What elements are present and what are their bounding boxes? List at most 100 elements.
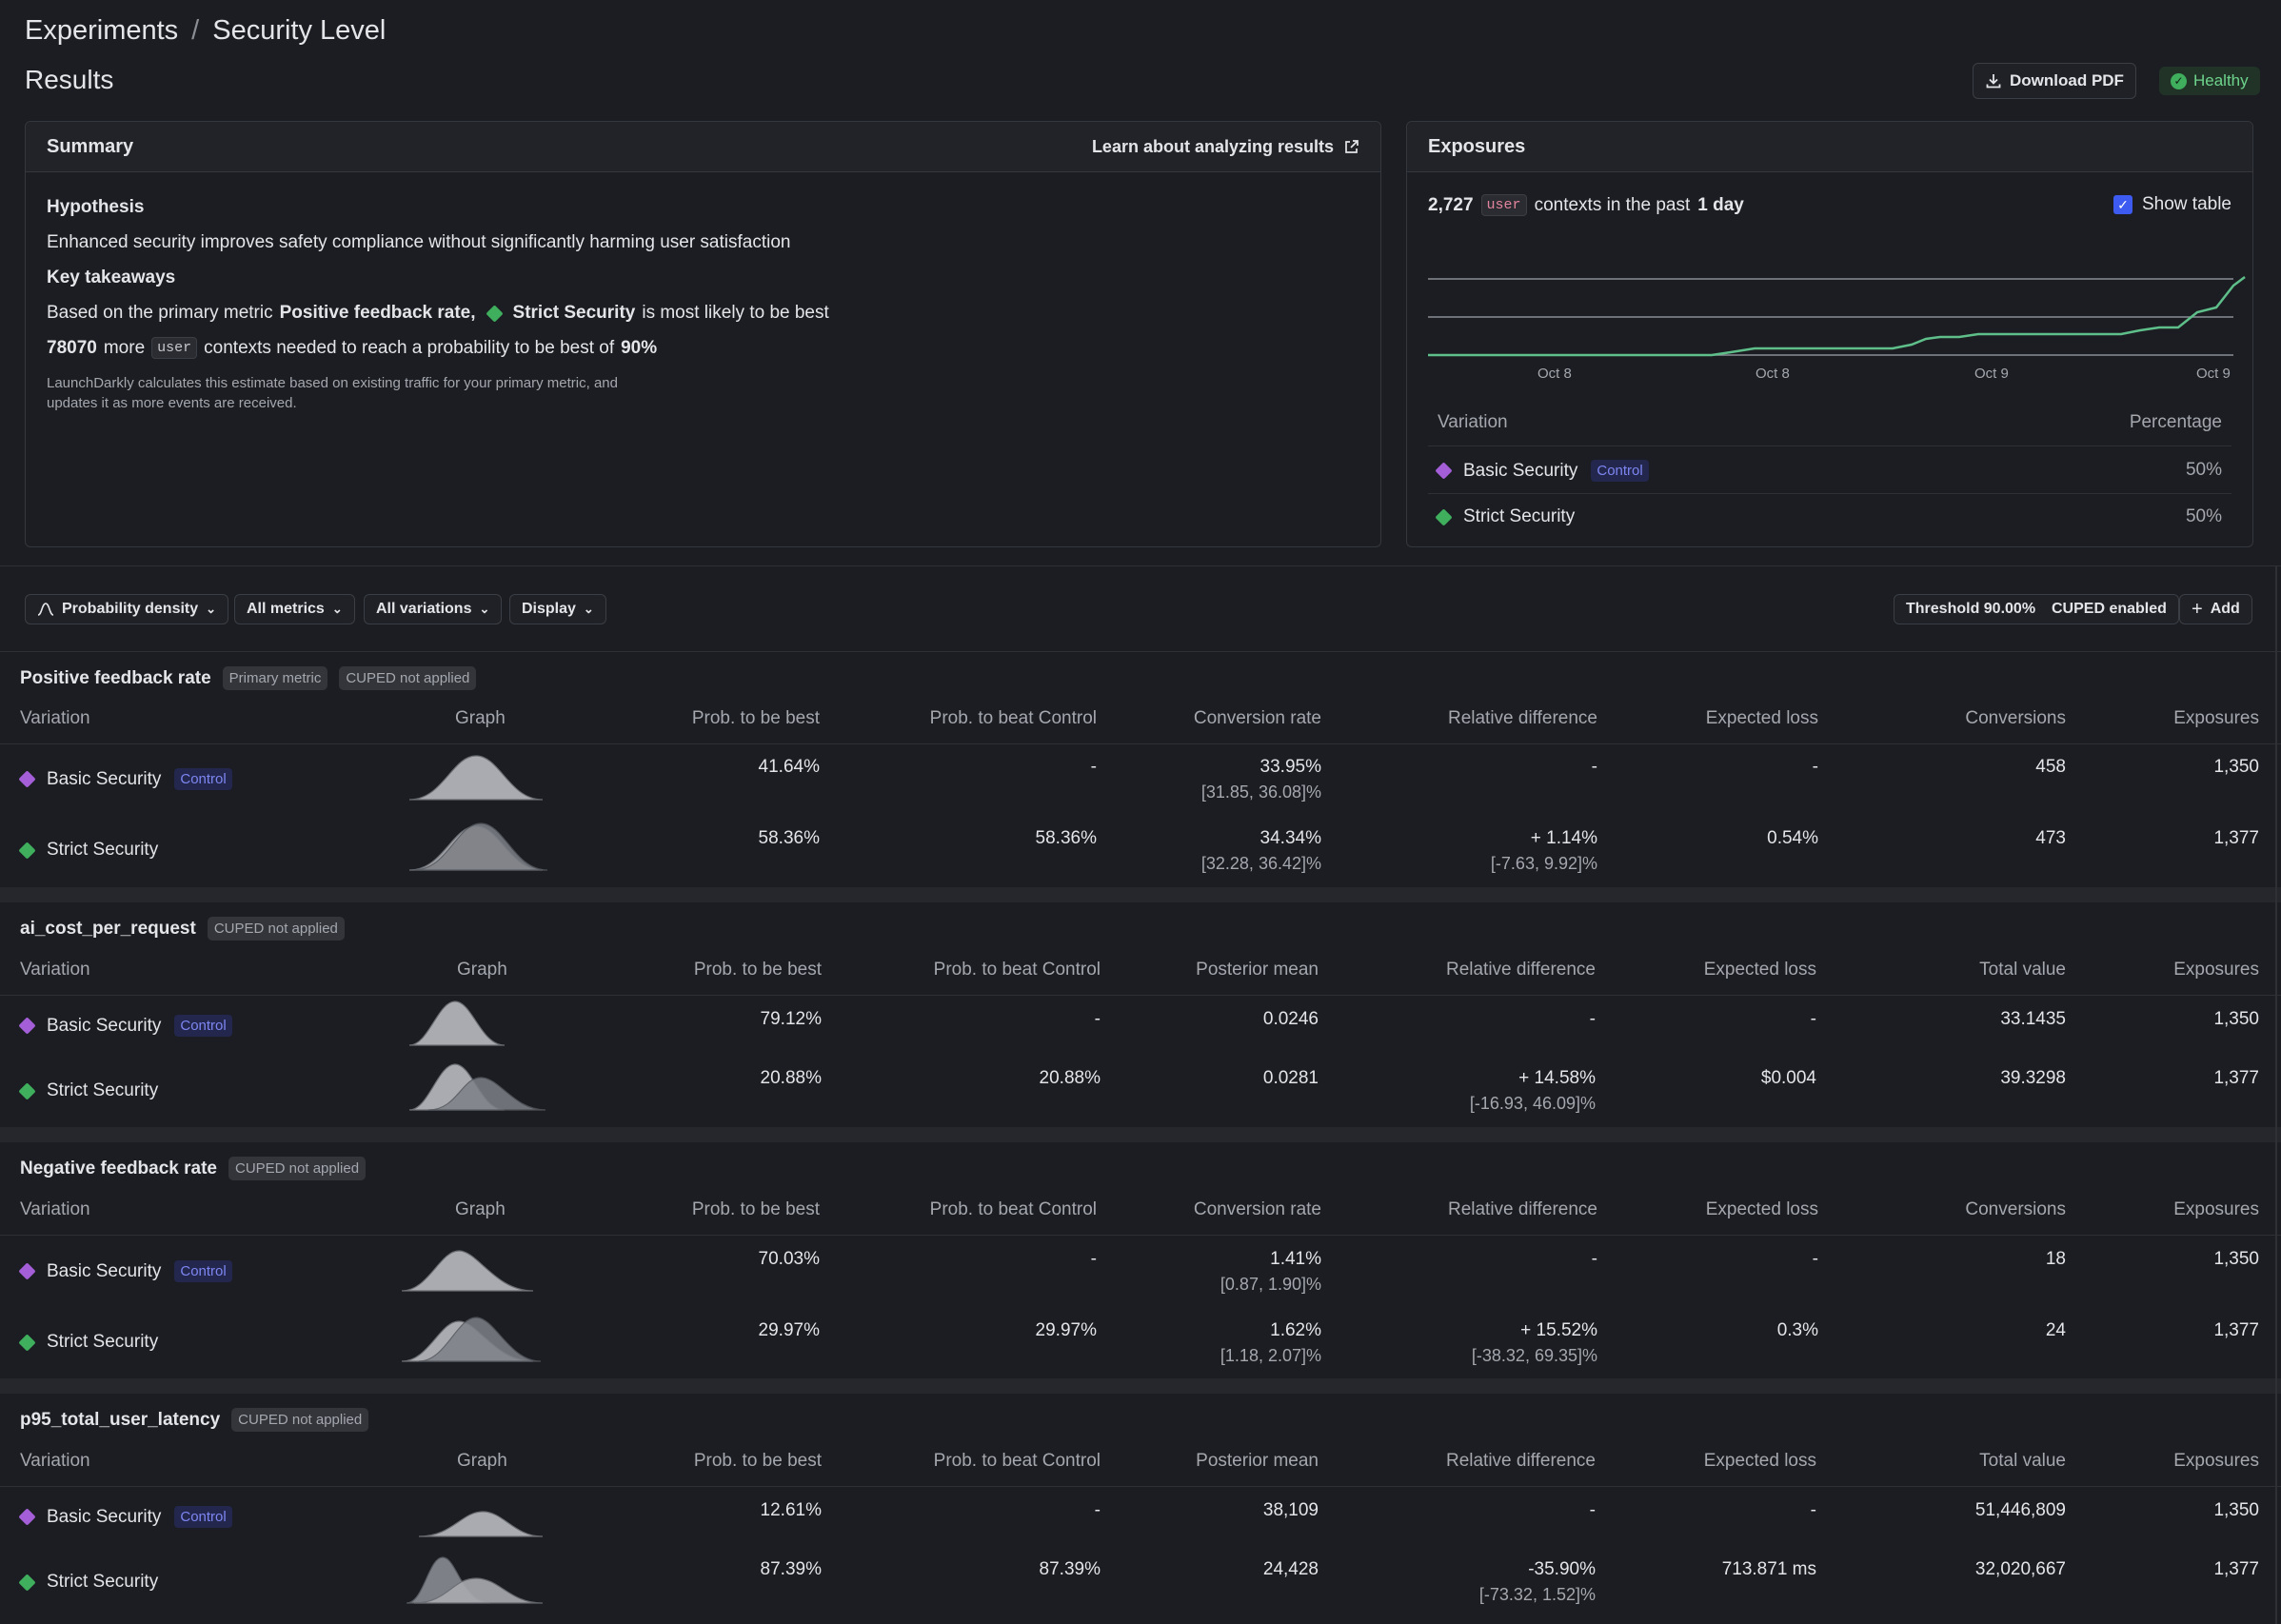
- col-exposures: Exposures: [2173, 960, 2259, 980]
- metric-title: Positive feedback rate Primary metric CU…: [20, 666, 477, 690]
- rate-interval: [31.85, 36.08]%: [1200, 782, 1321, 802]
- variation-name: Basic Security: [47, 768, 162, 789]
- col-total: Conversions: [1965, 708, 2066, 728]
- takeaway-suffix: is most likely to be best: [642, 303, 829, 323]
- expected-loss-value: 0.3%: [1776, 1320, 1818, 1340]
- exposures-value: 1,350: [2213, 757, 2259, 777]
- display-dropdown[interactable]: Display ⌄: [509, 594, 606, 624]
- posterior-density-graph: [418, 1511, 544, 1537]
- breadcrumb: Experiments / Security Level: [25, 15, 386, 47]
- col-rate: Posterior mean: [1196, 1451, 1319, 1471]
- variation-diamond-icon: [18, 1333, 36, 1352]
- variation-diamond-icon: [485, 304, 504, 323]
- estimate-note-line: LaunchDarkly calculates this estimate ba…: [47, 375, 618, 391]
- col-variation: Variation: [20, 1199, 90, 1219]
- control-badge: Control: [174, 1015, 232, 1037]
- external-link-icon: [1345, 139, 1359, 153]
- col-rate: Conversion rate: [1193, 1199, 1321, 1219]
- contexts-needed-count: 78070: [47, 337, 97, 358]
- takeaways-heading: Key takeaways: [47, 267, 176, 287]
- total-value: 33.1435: [2000, 1009, 2066, 1029]
- col-prob-best: Prob. to be best: [691, 1199, 820, 1219]
- col-expected-loss: Expected loss: [1705, 708, 1818, 728]
- total-value: 18: [2045, 1249, 2066, 1269]
- exposures-header-variation: Variation: [1438, 412, 1508, 432]
- variation-diamond-icon: [1435, 462, 1453, 480]
- download-pdf-button[interactable]: Download PDF: [1973, 63, 2136, 99]
- col-prob-beat-control: Prob. to beat Control: [933, 960, 1101, 980]
- takeaway-variation: Strict Security: [512, 303, 636, 323]
- col-graph: Graph: [455, 1199, 506, 1219]
- posterior-density-graph: [408, 755, 544, 801]
- variation-diamond-icon: [1435, 507, 1453, 526]
- prob-best-value: 58.36%: [758, 828, 820, 848]
- table-row: Strict Security: [18, 1332, 158, 1353]
- breadcrumb-experiments-link[interactable]: Experiments: [25, 15, 178, 47]
- hypothesis-text: Enhanced security improves safety compli…: [47, 232, 791, 252]
- probability-density-dropdown[interactable]: Probability density ⌄: [25, 594, 229, 624]
- show-table-checkbox[interactable]: ✓ Show table: [2112, 194, 2231, 215]
- table-row: Basic Security Control: [18, 768, 232, 790]
- prob-best-value: 12.61%: [760, 1500, 822, 1520]
- total-value: 51,446,809: [1974, 1500, 2066, 1520]
- takeaway-prefix: Based on the primary metric: [47, 303, 273, 323]
- posterior-density-graph: [408, 1063, 546, 1111]
- expected-loss-value: -: [1812, 757, 1818, 777]
- col-rate: Posterior mean: [1196, 960, 1319, 980]
- col-expected-loss: Expected loss: [1703, 960, 1816, 980]
- all-metrics-label: All metrics: [247, 601, 325, 617]
- expected-loss-value: 713.871 ms: [1721, 1559, 1816, 1579]
- all-variations-dropdown[interactable]: All variations ⌄: [364, 594, 503, 624]
- expected-loss-value: 0.54%: [1767, 828, 1818, 848]
- show-table-label: Show table: [2141, 194, 2231, 214]
- estimate-note-line: updates it as more events are received.: [47, 395, 297, 411]
- prob-best-value: 41.64%: [758, 757, 820, 777]
- exposures-series-line: [1428, 276, 2246, 357]
- learn-analyzing-link[interactable]: Learn about analyzing results: [1092, 137, 1359, 157]
- contexts-more-label: more: [103, 337, 146, 358]
- exposures-value: 1,350: [2213, 1249, 2259, 1269]
- col-prob-beat-control: Prob. to beat Control: [933, 1451, 1101, 1471]
- variation-diamond-icon: [18, 770, 36, 788]
- col-graph: Graph: [455, 708, 506, 728]
- rate-value: 1.62%: [1270, 1320, 1321, 1340]
- cuped-status-badge: CUPED not applied: [207, 917, 345, 941]
- estimate-note: LaunchDarkly calculates this estimate ba…: [47, 373, 618, 413]
- add-button[interactable]: + Add: [2179, 594, 2252, 624]
- variation-diamond-icon: [18, 1508, 36, 1526]
- exposures-line-chart: [1428, 276, 2246, 357]
- posterior-density-graph: [401, 1317, 542, 1362]
- posterior-density-graph: [401, 1250, 534, 1292]
- prob-beat-value: 87.39%: [1039, 1559, 1101, 1579]
- rate-value: 34.34%: [1260, 828, 1321, 848]
- total-value: 24: [2045, 1320, 2066, 1340]
- posterior-density-graph: [408, 1000, 506, 1046]
- col-variation: Variation: [20, 1451, 90, 1471]
- x-tick-label: Oct 8: [1537, 366, 1572, 382]
- all-metrics-dropdown[interactable]: All metrics ⌄: [234, 594, 355, 624]
- scrollbar-track[interactable]: [2275, 565, 2277, 1624]
- table-row: Basic Security Control: [18, 1260, 232, 1282]
- threshold-button[interactable]: Threshold 90.00%: [1894, 594, 2049, 624]
- cuped-enabled-button[interactable]: CUPED enabled: [2040, 594, 2179, 624]
- cuped-label: CUPED enabled: [2052, 601, 2167, 617]
- cuped-status-badge: CUPED not applied: [231, 1408, 369, 1432]
- breadcrumb-current: Security Level: [212, 15, 387, 46]
- col-rate: Conversion rate: [1193, 708, 1321, 728]
- probability-threshold: 90%: [621, 337, 658, 358]
- col-relative-difference: Relative difference: [1445, 1451, 1596, 1471]
- table-row: Basic Security Control: [18, 1015, 232, 1037]
- takeaway-contexts-needed: 78070 more user contexts needed to reach…: [47, 337, 657, 359]
- variation-name: Strict Security: [47, 1572, 159, 1592]
- prob-beat-value: -: [1090, 757, 1097, 777]
- x-tick-label: Oct 9: [2196, 366, 2231, 382]
- total-value: 473: [2035, 828, 2066, 848]
- variation-diamond-icon: [18, 841, 36, 860]
- prob-best-value: 79.12%: [760, 1009, 822, 1029]
- col-prob-beat-control: Prob. to beat Control: [929, 708, 1097, 728]
- exposures-value: 1,377: [2213, 1559, 2259, 1579]
- exposures-value: 1,350: [2213, 1500, 2259, 1520]
- total-value: 32,020,667: [1974, 1559, 2066, 1579]
- variation-name: Basic Security: [47, 1260, 162, 1281]
- all-variations-label: All variations: [376, 601, 472, 617]
